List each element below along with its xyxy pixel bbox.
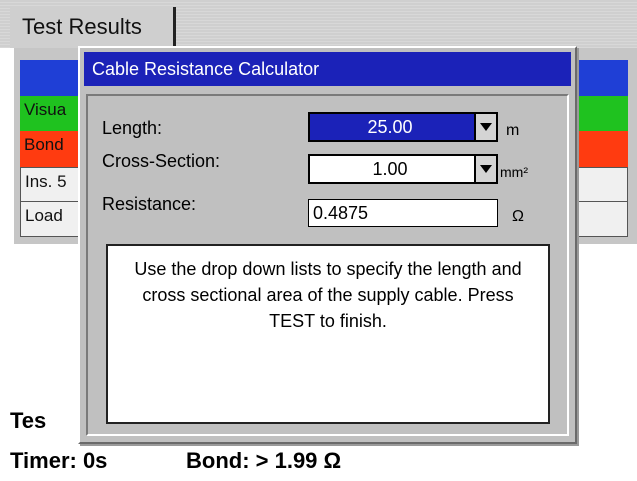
dialog-title: Cable Resistance Calculator [84, 52, 571, 86]
row-label: Load [25, 206, 63, 225]
row-label: Ins. 5 [25, 172, 67, 191]
row-label: Bond [24, 135, 64, 154]
length-dropdown[interactable]: 25.00 [308, 112, 498, 142]
test-status-text: Tes [10, 408, 47, 433]
row-label: Visua [24, 100, 67, 119]
length-value: 25.00 [367, 117, 413, 137]
instructions-text: Use the drop down lists to specify the l… [134, 259, 522, 331]
cross-section-dropdown[interactable]: 1.00 [308, 154, 498, 184]
cross-section-value: 1.00 [372, 159, 408, 179]
tab-test-results[interactable]: Test Results [10, 7, 176, 48]
length-unit: m [506, 122, 520, 139]
resistance-label: Resistance: [102, 194, 197, 214]
resistance-value: 0.4875 [308, 199, 498, 227]
tab-label: Test Results [22, 14, 142, 39]
chevron-down-icon[interactable] [474, 156, 496, 182]
instructions-box: Use the drop down lists to specify the l… [106, 244, 550, 424]
resistance-unit: Ω [512, 208, 524, 225]
length-label: Length: [102, 118, 163, 138]
cross-section-unit: mm² [500, 164, 528, 180]
cable-resistance-dialog: Cable Resistance Calculator Length: 25.0… [78, 46, 577, 444]
bond-status: Bond: > 1.99 Ω [186, 448, 342, 473]
chevron-down-icon[interactable] [474, 114, 496, 140]
timer-status: Timer: 0s [10, 448, 108, 473]
tab-strip: Test Results [0, 0, 637, 48]
cross-section-label: Cross-Section: [102, 151, 221, 171]
